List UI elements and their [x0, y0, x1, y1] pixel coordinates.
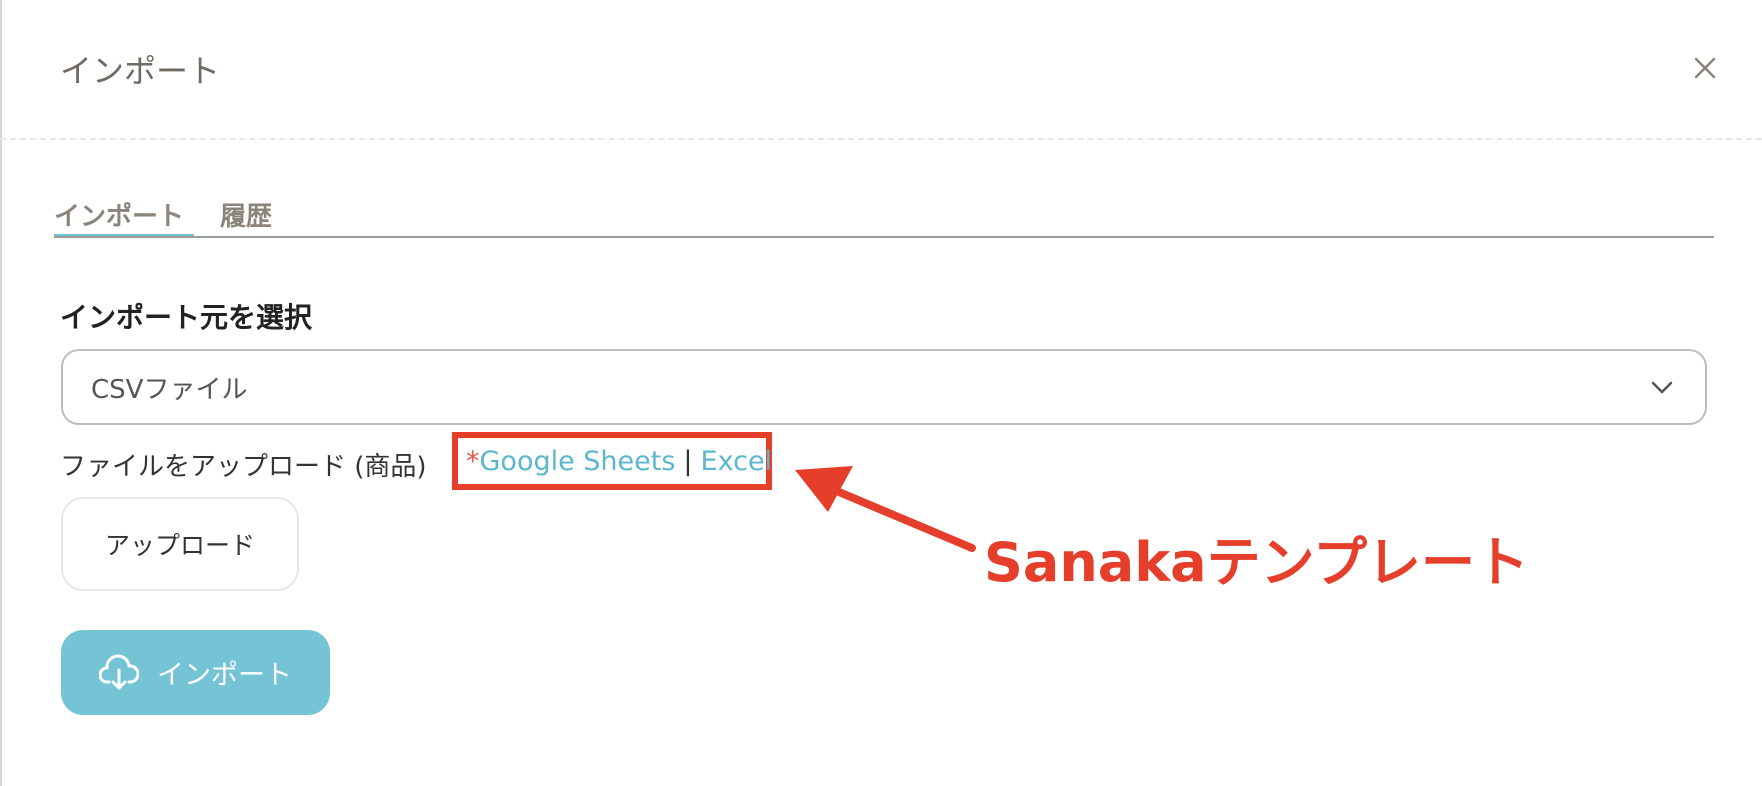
import-source-label: インポート元を選択 [60, 301, 313, 334]
excel-link[interactable]: Excel [701, 446, 773, 477]
upload-button-label: アップロード [104, 531, 255, 560]
tab-history-label: 履歴 [220, 202, 273, 232]
left-edge [0, 0, 2, 786]
tabs-divider [54, 236, 1714, 238]
header-divider [0, 138, 1762, 140]
close-icon [1694, 57, 1716, 79]
chevron-down-icon [1651, 381, 1673, 394]
upload-file-label: ファイルをアップロード (商品) [60, 446, 427, 483]
tab-import[interactable]: インポート [54, 196, 194, 238]
tab-history[interactable]: 履歴 [220, 196, 272, 233]
upload-button[interactable]: アップロード [61, 497, 299, 591]
close-button[interactable] [1685, 48, 1725, 88]
upload-file-label-text: ファイルをアップロード (商品) [60, 452, 427, 482]
import-button-label: インポート [157, 660, 292, 691]
cloud-download-icon [99, 653, 139, 689]
annotation-label: Sanakaテンプレート [984, 531, 1529, 594]
google-sheets-link[interactable]: Google Sheets [480, 446, 676, 477]
import-button[interactable]: インポート [61, 630, 330, 715]
link-separator: | [683, 445, 693, 477]
modal-title: インポート [60, 52, 221, 90]
import-source-value: CSVファイル [91, 374, 248, 405]
template-links-highlight: * Google Sheets | Excel [452, 432, 772, 490]
import-source-select[interactable]: CSVファイル [61, 349, 1707, 425]
tab-import-label: インポート [54, 202, 185, 232]
required-asterisk: * [466, 445, 480, 477]
